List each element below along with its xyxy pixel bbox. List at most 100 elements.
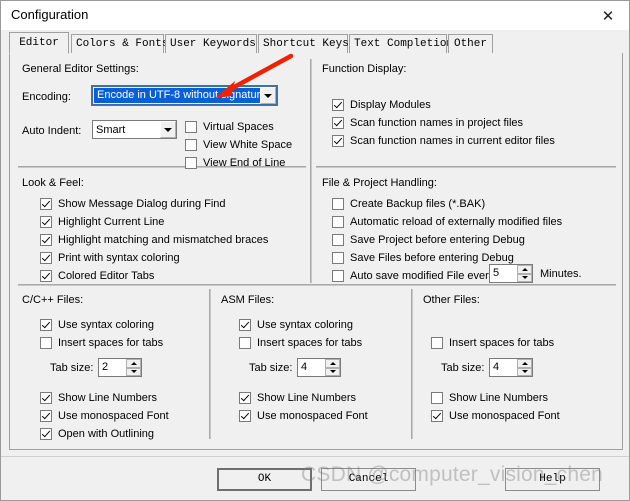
checkbox-box[interactable]	[239, 391, 251, 404]
checkbox-box[interactable]	[239, 336, 251, 349]
tab-editor[interactable]: Editor	[9, 32, 69, 54]
encoding-combobox[interactable]: Encode in UTF-8 without signature	[91, 85, 278, 106]
tab-shortcut-keys[interactable]: Shortcut Keys	[258, 34, 349, 53]
stepper-up-icon[interactable]	[517, 359, 532, 368]
checkbox-ccpp-line-numbers[interactable]: Show Line Numbers	[40, 390, 157, 405]
checkbox-display-modules[interactable]: Display Modules	[332, 97, 431, 112]
checkbox-auto-reload-modified[interactable]: Automatic reload of externally modified …	[332, 214, 562, 229]
checkbox-ccpp-insert-spaces[interactable]: Insert spaces for tabs	[40, 335, 163, 350]
checkbox-box[interactable]	[185, 156, 197, 169]
checkbox-label: Show Message Dialog during Find	[58, 197, 226, 210]
checkbox-create-backup-files[interactable]: Create Backup files (*.BAK)	[332, 196, 485, 211]
tab-colors-fonts[interactable]: Colors & Fonts	[71, 34, 168, 53]
checkbox-view-white-space[interactable]: View White Space	[185, 137, 292, 152]
checkbox-scan-editor-files[interactable]: Scan function names in current editor fi…	[332, 133, 555, 148]
checkbox-label: Show Line Numbers	[257, 391, 357, 404]
checkbox-box[interactable]	[40, 427, 52, 440]
other-tab-size-value: 4	[493, 361, 500, 373]
checkbox-asm-insert-spaces[interactable]: Insert spaces for tabs	[239, 335, 362, 350]
checkbox-box[interactable]	[239, 409, 251, 422]
checkbox-label: Use monospaced Font	[449, 409, 560, 422]
asm-tab-size-stepper[interactable]: 4	[297, 358, 341, 377]
checkbox-ccpp-syntax-coloring[interactable]: Use syntax coloring	[40, 317, 154, 332]
checkbox-save-files-before-debug[interactable]: Save Files before entering Debug	[332, 250, 514, 265]
checkbox-label: Colored Editor Tabs	[58, 269, 155, 282]
checkbox-box[interactable]	[332, 134, 344, 147]
stepper-buttons[interactable]	[517, 265, 532, 282]
checkbox-asm-line-numbers[interactable]: Show Line Numbers	[239, 390, 356, 405]
checkbox-box[interactable]	[40, 318, 52, 331]
checkbox-box[interactable]	[185, 120, 197, 133]
checkbox-box[interactable]	[332, 251, 344, 264]
other-tab-size-stepper[interactable]: 4	[489, 358, 533, 377]
checkbox-label: Insert spaces for tabs	[58, 336, 164, 349]
checkbox-print-syntax-coloring[interactable]: Print with syntax coloring	[40, 250, 180, 265]
checkbox-box[interactable]	[40, 197, 52, 210]
checkbox-box[interactable]	[40, 336, 52, 349]
checkbox-box[interactable]	[239, 318, 251, 331]
checkbox-box[interactable]	[40, 391, 52, 404]
checkbox-ccpp-open-with-outlining[interactable]: Open with Outlining	[40, 426, 154, 441]
checkbox-box[interactable]	[332, 215, 344, 228]
checkbox-scan-project-files[interactable]: Scan function names in project files	[332, 115, 523, 130]
stepper-down-icon[interactable]	[517, 273, 532, 282]
checkbox-box[interactable]	[185, 138, 197, 151]
checkbox-asm-syntax-coloring[interactable]: Use syntax coloring	[239, 317, 353, 332]
checkbox-highlight-braces[interactable]: Highlight matching and mismatched braces	[40, 232, 268, 247]
checkbox-box[interactable]	[40, 269, 52, 282]
checkbox-box[interactable]	[332, 98, 344, 111]
checkbox-box[interactable]	[431, 409, 443, 422]
checkbox-asm-monospaced-font[interactable]: Use monospaced Font	[239, 408, 368, 423]
stepper-up-icon[interactable]	[517, 265, 532, 274]
checkbox-virtual-spaces[interactable]: Virtual Spaces	[185, 119, 274, 134]
cancel-button[interactable]: Cancel	[321, 468, 416, 491]
checkbox-box[interactable]	[431, 391, 443, 404]
auto-indent-value: Smart	[96, 123, 126, 136]
encoding-label: Encoding:	[22, 91, 71, 103]
auto-indent-combobox[interactable]: Smart	[92, 120, 177, 139]
checkbox-box[interactable]	[332, 116, 344, 129]
stepper-down-icon[interactable]	[517, 367, 532, 376]
stepper-up-icon[interactable]	[126, 359, 141, 368]
tab-other[interactable]: Other	[448, 34, 493, 53]
stepper-down-icon[interactable]	[126, 367, 141, 376]
tab-user-keywords[interactable]: User Keywords	[165, 34, 257, 53]
checkbox-box[interactable]	[431, 336, 443, 349]
checkbox-save-project-before-debug[interactable]: Save Project before entering Debug	[332, 232, 525, 247]
checkbox-box[interactable]	[332, 233, 344, 246]
checkbox-box[interactable]	[332, 269, 344, 282]
stepper-up-icon[interactable]	[325, 359, 340, 368]
checkbox-label: Highlight matching and mismatched braces	[58, 233, 269, 246]
file-project-handling-label: File & Project Handling:	[322, 177, 437, 189]
help-button[interactable]: Help	[505, 468, 600, 491]
checkbox-box[interactable]	[40, 215, 52, 228]
checkbox-auto-save-modified[interactable]: Auto save modified File every	[332, 268, 494, 283]
checkbox-view-end-of-line[interactable]: View End of Line	[185, 155, 285, 170]
stepper-down-icon[interactable]	[325, 367, 340, 376]
checkbox-highlight-current-line[interactable]: Highlight Current Line	[40, 214, 164, 229]
checkbox-box[interactable]	[332, 197, 344, 210]
checkbox-other-monospaced-font[interactable]: Use monospaced Font	[431, 408, 560, 423]
stepper-buttons[interactable]	[325, 359, 340, 376]
checkbox-label: Open with Outlining	[58, 427, 154, 440]
checkbox-box[interactable]	[40, 251, 52, 264]
checkbox-show-message-dialog[interactable]: Show Message Dialog during Find	[40, 196, 226, 211]
checkbox-label: Insert spaces for tabs	[449, 336, 555, 349]
stepper-buttons[interactable]	[517, 359, 532, 376]
autosave-minutes-value: 5	[493, 267, 500, 279]
ccpp-tab-size-stepper[interactable]: 2	[98, 358, 142, 377]
autosave-minutes-stepper[interactable]: 5	[489, 264, 533, 283]
checkbox-other-line-numbers[interactable]: Show Line Numbers	[431, 390, 548, 405]
chevron-down-icon[interactable]	[260, 87, 276, 104]
checkbox-box[interactable]	[40, 233, 52, 246]
chevron-down-icon[interactable]	[160, 121, 176, 138]
close-icon[interactable]: ✕	[591, 3, 625, 28]
checkbox-colored-editor-tabs[interactable]: Colored Editor Tabs	[40, 268, 154, 283]
other-files-label: Other Files:	[423, 294, 480, 306]
ok-button[interactable]: OK	[217, 468, 312, 491]
checkbox-ccpp-monospaced-font[interactable]: Use monospaced Font	[40, 408, 169, 423]
stepper-buttons[interactable]	[126, 359, 141, 376]
tab-text-completion[interactable]: Text Completion	[349, 34, 453, 53]
checkbox-box[interactable]	[40, 409, 52, 422]
checkbox-other-insert-spaces[interactable]: Insert spaces for tabs	[431, 335, 554, 350]
